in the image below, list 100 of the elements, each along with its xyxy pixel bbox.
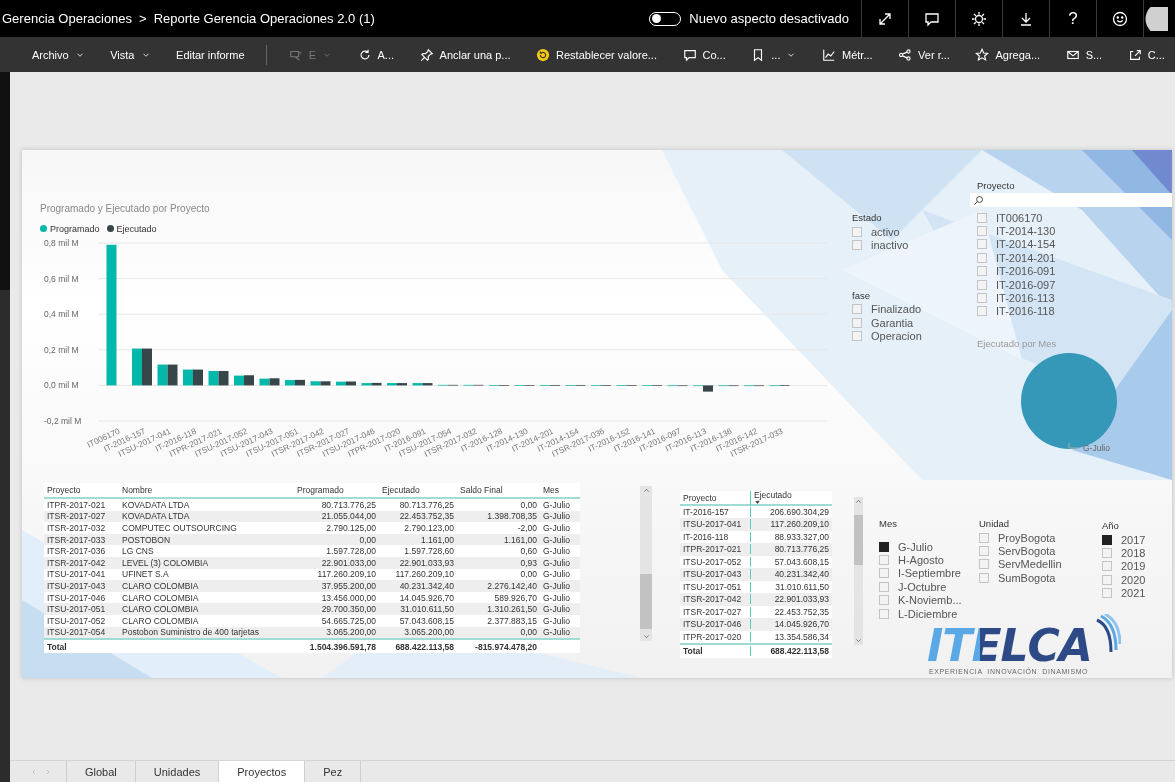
column-header[interactable]: Saldo Final (457, 485, 540, 495)
column-header[interactable]: Ejecutado (750, 491, 832, 506)
slicer-option[interactable]: IT-2014-201 (977, 251, 1172, 265)
slicer-option[interactable]: SumBogota (979, 571, 1102, 585)
table-cell-text: 22.453.752,35 (398, 511, 455, 522)
table-cell-text: -2,00 (516, 523, 538, 533)
scrollbar[interactable] (854, 497, 863, 645)
table-cell-text: 1.161,00 (502, 534, 538, 545)
refresh-icon (357, 47, 372, 62)
table-cell-text: ITPR-2017-020 (682, 631, 743, 642)
table-cell-text: G-Julio (542, 511, 571, 522)
slicer-option[interactable]: IT-2016-118 (977, 304, 1172, 319)
slicer-option[interactable]: activo (852, 225, 970, 239)
scrollbar[interactable] (640, 486, 652, 641)
undo-icon (536, 47, 551, 62)
slicer-option[interactable]: IT-2014-154 (977, 237, 1172, 252)
slicer-option[interactable]: J-Octubre (879, 580, 979, 594)
toolbar-button[interactable]: Restablecer valore... (532, 37, 661, 72)
slicer-option[interactable]: Operacion (852, 329, 970, 343)
column-header[interactable]: Mes (540, 485, 580, 495)
page-tab[interactable]: Pez (304, 761, 362, 782)
toolbar-button[interactable]: Co... (678, 37, 730, 72)
table-cell-text: ITSR-2017-042 (682, 594, 743, 605)
toolbar-button[interactable]: ... (747, 37, 801, 72)
slicer-option[interactable]: L-Diciembre (879, 606, 979, 621)
column-header[interactable]: Proyecto (44, 485, 119, 495)
legend-label[interactable]: Ejecutado (116, 223, 157, 234)
axis-label: 0,6 mil M (44, 273, 79, 284)
slicer-option[interactable]: 2020 (1102, 573, 1146, 587)
chevron-right-icon (44, 767, 52, 776)
legend-marker (40, 225, 47, 232)
table-cell: 14.045.926,70 (750, 619, 832, 630)
slicer-option[interactable]: 2017 (1102, 533, 1146, 547)
toolbar-button[interactable]: Anclar una p... (415, 37, 515, 72)
table-cell-text: G-Julio (542, 627, 571, 638)
slicer-option[interactable]: ServBogota (979, 544, 1102, 558)
toolbar-button[interactable]: Editar informe (172, 37, 249, 72)
slicer-option[interactable]: 2018 (1102, 546, 1146, 560)
table-cell-text: 22.901.033,93 (398, 557, 455, 568)
table-cell: 13.354.586,34 (750, 631, 832, 642)
page-tab[interactable]: Proyectos (218, 761, 305, 782)
avatar-icon (1144, 6, 1168, 31)
table-cell-text: ITSU-2017-043 (46, 580, 107, 591)
toolbar-button[interactable]: Vista (106, 37, 155, 72)
smiley-icon (1112, 10, 1128, 27)
bar (234, 375, 244, 386)
slicer-option[interactable]: I-Septiembre (879, 566, 979, 581)
checkbox[interactable] (879, 541, 889, 552)
slicer-title: Proyecto (977, 180, 1016, 191)
toolbar-button[interactable]: A... (353, 37, 399, 72)
slicer-option[interactable]: IT-2016-113 (977, 291, 1172, 305)
table-cell: 688.422.113,58 (750, 646, 832, 657)
toolbar-button[interactable]: Archivo (28, 37, 89, 72)
table-cell-text: ITSU-2017-052 (682, 556, 743, 567)
page-tab[interactable]: Global (66, 761, 135, 782)
pin-icon (419, 47, 434, 62)
data-label: G-Julio (1083, 443, 1110, 454)
table-cell-text: ITSU-2017-052 (46, 615, 107, 626)
checkbox[interactable] (1102, 534, 1112, 545)
table-cell-text: CLARO COLOMBIA (121, 592, 200, 603)
slicer-option[interactable]: K-Noviemb... (879, 593, 979, 607)
legend-label[interactable]: Programado (50, 223, 100, 234)
table-cell-text: ITSU-2017-043 (682, 569, 743, 580)
table-cell-text: 1.504.396.591,78 (308, 641, 377, 652)
axis-label: 0,4 mil M (44, 309, 79, 320)
toolbar-button[interactable]: Agrega... (971, 37, 1045, 72)
slicer-option[interactable]: IT-2014-130 (977, 224, 1172, 238)
bar (167, 364, 178, 386)
search-field[interactable] (970, 193, 1172, 207)
table-cell-text: 688.422.113,58 (394, 641, 455, 652)
breadcrumb-link[interactable]: Gerencia Operaciones (2, 11, 133, 26)
slicer-option[interactable]: Garantia (852, 316, 970, 330)
toolbar-button[interactable]: S... (1061, 37, 1107, 72)
column-header[interactable]: Ejecutado (379, 485, 457, 495)
toolbar-button[interactable]: C... (1123, 37, 1169, 72)
table-cell: 31.010.611,50 (750, 581, 832, 592)
slicer-option[interactable]: IT-2016-097 (977, 277, 1172, 292)
axis-label: -0,2 mil M (44, 416, 82, 426)
table-cell-text: 57.043.608,15 (398, 615, 455, 626)
column-header[interactable]: Nombre (119, 485, 294, 495)
slicer-option[interactable]: H-Agosto (879, 553, 979, 567)
slicer-option[interactable]: inactivo (852, 238, 970, 252)
chevron-up-icon (641, 486, 651, 495)
slicer-option[interactable]: IT-2016-091 (977, 264, 1172, 278)
legend-marker (106, 225, 114, 232)
search-icon (973, 194, 984, 206)
slicer-option[interactable]: ProyBogota (979, 531, 1102, 545)
slicer-option[interactable]: IT006170 (977, 211, 1172, 225)
slicer-option[interactable]: G-Julio (879, 540, 979, 554)
column-header[interactable]: Programado (294, 485, 379, 495)
table-cell-text: 22.901.033,00 (320, 557, 377, 568)
column-header[interactable]: Proyecto (680, 494, 750, 503)
slicer-option[interactable]: ServMedellin (979, 557, 1102, 572)
slicer-option[interactable]: Finalizado (852, 302, 970, 317)
slicer-option[interactable]: 2019 (1102, 559, 1146, 574)
table-cell-text: COMPUTEC OUTSOURCING (121, 523, 238, 533)
slicer-option[interactable]: 2021 (1102, 586, 1146, 600)
toolbar-button[interactable]: Ver r... (894, 37, 954, 72)
toolbar-button[interactable]: Métr... (818, 37, 877, 72)
table-cell-text: ITSR-2017-036 (46, 546, 107, 557)
